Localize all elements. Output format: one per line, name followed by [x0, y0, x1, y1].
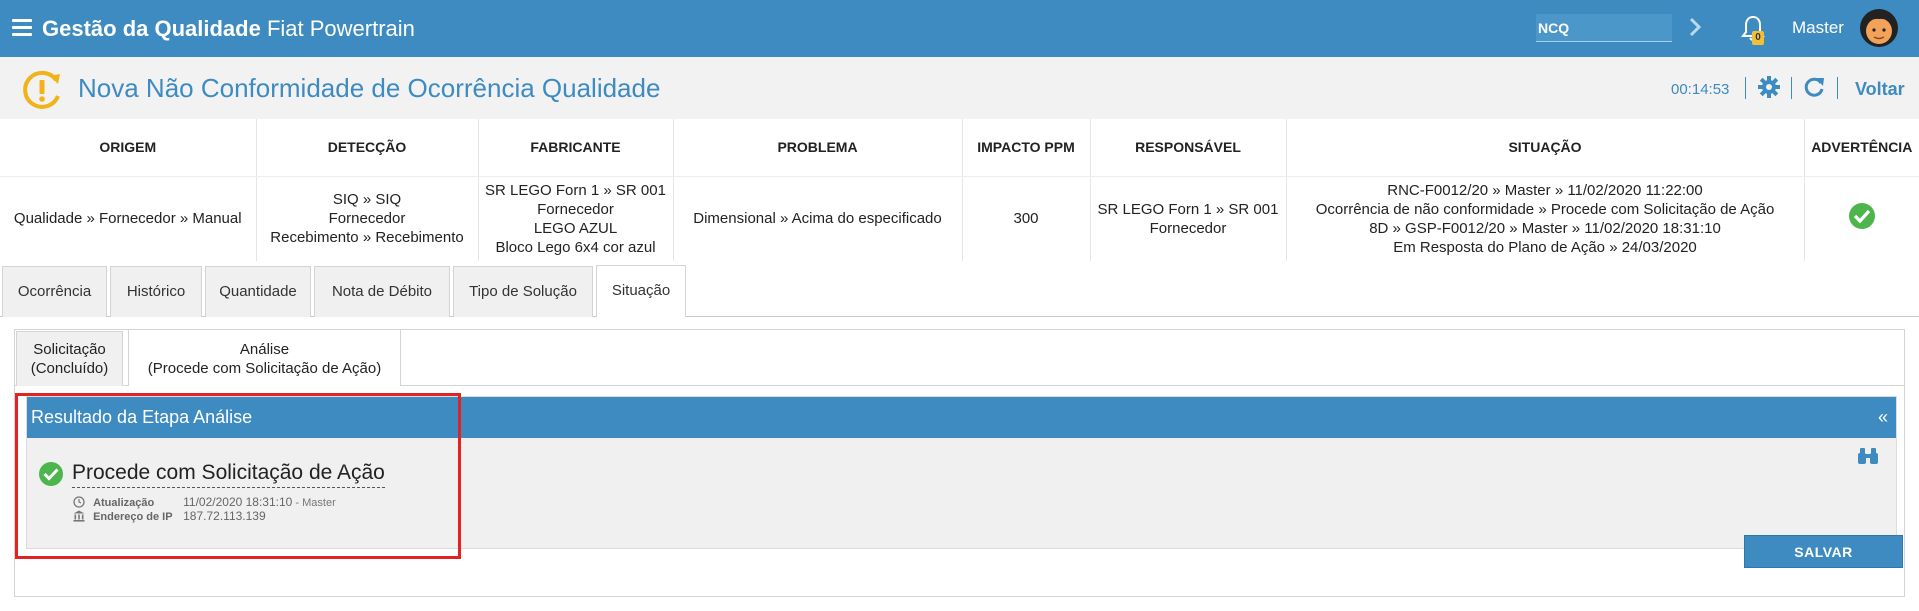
divider — [1745, 77, 1746, 99]
header-deteccao: DETECÇÃO — [256, 119, 479, 177]
subtab-label: Análise — [239, 341, 290, 358]
session-timer: 00:14:53 — [1671, 81, 1730, 98]
cell-line: Em Resposta do Plano de Ação » 24/03/202… — [1393, 238, 1697, 256]
save-button[interactable]: SALVAR — [1744, 535, 1903, 568]
back-link[interactable]: Voltar — [1855, 79, 1905, 100]
subtab-solicitacao[interactable]: Solicitação (Concluído) — [16, 331, 123, 386]
ip-label: Endereço de IP — [93, 511, 173, 523]
cell-line: Fornecedor — [328, 210, 406, 228]
ip-info: Endereço de IP 187.72.113.139 — [73, 509, 266, 523]
brand-bold: Gestão da Qualidade — [42, 16, 261, 41]
cell-line: SR LEGO Forn 1 » SR 001 — [1097, 200, 1279, 218]
cell-line: Ocorrência de não conformidade » Procede… — [1315, 200, 1775, 218]
warning-refresh-icon — [23, 70, 60, 109]
cell-line: SIQ » SIQ — [332, 191, 402, 209]
table-row: Qualidade » Fornecedor » Manual SIQ » SI… — [0, 176, 1919, 261]
tab-situacao[interactable]: Situação — [596, 265, 686, 317]
header-origem: ORIGEM — [0, 119, 257, 177]
header-impacto: IMPACTO PPM — [962, 119, 1091, 177]
table-header-row: ORIGEM DETECÇÃO FABRICANTE PROBLEMA IMPA… — [0, 119, 1919, 177]
cell-origem: Qualidade » Fornecedor » Manual — [0, 176, 257, 261]
tab-tipo-de-solucao[interactable]: Tipo de Solução — [453, 266, 593, 317]
ip-value: 187.72.113.139 — [183, 509, 266, 523]
subtab-analise[interactable]: Análise (Procede com Solicitação de Ação… — [128, 329, 401, 386]
notification-badge: 0 — [1752, 31, 1764, 45]
subtab-status: (Concluído) — [30, 360, 109, 377]
update-label: Atualização — [93, 497, 155, 509]
user-name[interactable]: Master — [1792, 18, 1844, 38]
tab-historico[interactable]: Histórico — [110, 266, 202, 317]
cell-line: LEGO AZUL — [533, 219, 618, 237]
update-value: 11/02/2020 18:31:10 — [183, 495, 293, 509]
menu-icon[interactable] — [12, 19, 32, 37]
clock-icon — [73, 496, 85, 508]
avatar[interactable] — [1859, 8, 1899, 48]
search-input[interactable] — [1536, 14, 1672, 42]
subtab-label: Solicitação — [33, 341, 106, 358]
tab-ocorrencia[interactable]: Ocorrência — [2, 266, 107, 317]
tab-nota-de-debito[interactable]: Nota de Débito — [314, 266, 450, 317]
divider — [1791, 77, 1792, 99]
cell-situacao: RNC-F0012/20 » Master » 11/02/2020 11:22… — [1286, 176, 1805, 261]
main-tabs: Ocorrência Histórico Quantidade Nota de … — [0, 262, 1919, 317]
cell-fabricante: SR LEGO Forn 1 » SR 001 Fornecedor LEGO … — [478, 176, 674, 261]
divider — [1837, 77, 1838, 99]
tab-quantidade[interactable]: Quantidade — [205, 266, 311, 317]
cell-line: SR LEGO Forn 1 » SR 001 — [485, 181, 666, 199]
binoculars-icon[interactable] — [1857, 445, 1879, 467]
page-header: Nova Não Conformidade de Ocorrência Qual… — [0, 57, 1919, 119]
app-brand[interactable]: Gestão da Qualidade Fiat Powertrain — [42, 16, 415, 42]
header-problema: PROBLEMA — [673, 119, 963, 177]
cell-line: 8D » GSP-F0012/20 » Master » 11/02/2020 … — [1369, 219, 1721, 237]
cell-line: Fornecedor — [537, 200, 614, 218]
cell-line: Fornecedor — [1149, 219, 1227, 237]
cell-line: Recebimento » Recebimento — [270, 229, 464, 247]
result-panel-header: Resultado da Etapa Análise « — [27, 397, 1896, 438]
update-info: Atualização 11/02/2020 18:31:10 - Master — [73, 495, 336, 509]
check-circle-icon — [39, 462, 63, 486]
brand-light: Fiat Powertrain — [266, 16, 415, 41]
refresh-icon[interactable] — [1802, 75, 1826, 99]
result-panel-title: Resultado da Etapa Análise — [31, 407, 253, 427]
subtab-status: (Procede com Solicitação de Ação) — [147, 360, 382, 377]
collapse-icon[interactable]: « — [1878, 397, 1888, 438]
cell-responsavel: SR LEGO Forn 1 » SR 001 Fornecedor — [1090, 176, 1287, 261]
result-title[interactable]: Procede com Solicitação de Ação — [72, 461, 385, 488]
cell-advertencia — [1804, 176, 1919, 261]
cell-line: Bloco Lego 6x4 cor azul — [495, 238, 656, 256]
cell-deteccao: SIQ » SIQ Fornecedor Recebimento » Receb… — [256, 176, 479, 261]
page-title: Nova Não Conformidade de Ocorrência Qual… — [78, 73, 661, 103]
occurrence-summary-table: ORIGEM DETECÇÃO FABRICANTE PROBLEMA IMPA… — [0, 119, 1919, 261]
cell-line: RNC-F0012/20 » Master » 11/02/2020 11:22… — [1387, 181, 1703, 199]
update-user: - Master — [295, 497, 336, 509]
chevron-right-icon[interactable] — [1683, 14, 1707, 40]
top-navbar: Gestão da Qualidade Fiat Powertrain 0 Ma… — [0, 0, 1919, 57]
header-situacao: SITUAÇÃO — [1286, 119, 1805, 177]
header-fabricante: FABRICANTE — [478, 119, 674, 177]
bank-icon — [73, 510, 85, 522]
gear-icon[interactable] — [1757, 75, 1781, 99]
header-advertencia: ADVERTÊNCIA — [1804, 119, 1919, 177]
check-circle-icon — [1848, 203, 1875, 230]
cell-problema: Dimensional » Acima do especificado — [673, 176, 963, 261]
stage-result-panel: Resultado da Etapa Análise « Procede com… — [26, 396, 1903, 568]
cell-impacto: 300 — [962, 176, 1091, 261]
header-responsavel: RESPONSÁVEL — [1090, 119, 1287, 177]
